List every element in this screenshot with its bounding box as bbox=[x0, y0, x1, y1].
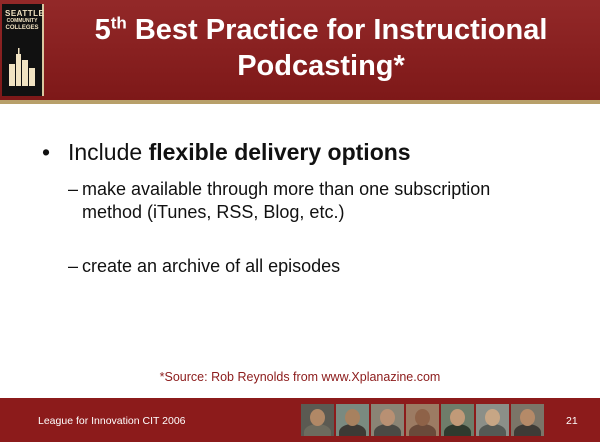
logo-line-seattle: SEATTLE bbox=[5, 9, 45, 18]
presenter-photo bbox=[371, 404, 404, 436]
college-logo: SEATTLE COMMUNITY COLLEGES bbox=[2, 4, 44, 96]
bullet-lead: Include bbox=[68, 139, 143, 165]
title-ordinal: 5 bbox=[94, 14, 111, 46]
skyline-icon bbox=[9, 48, 35, 86]
presenter-photo bbox=[476, 404, 509, 436]
logo-line-community: COMMUNITY bbox=[6, 18, 38, 24]
source-citation: *Source: Rob Reynolds from www.Xplanazin… bbox=[159, 370, 441, 384]
subbullet-text: create an archive of all episodes bbox=[82, 256, 341, 276]
subbullet-item: – create an archive of all episodes bbox=[68, 255, 508, 278]
slide-body: • Include flexible delivery options – ma… bbox=[0, 104, 600, 398]
subbullet-item: – make available through more than one s… bbox=[68, 178, 508, 247]
title-line2: Podcasting* bbox=[237, 50, 405, 82]
presenter-photo bbox=[441, 404, 474, 436]
subbullet-dash: – bbox=[68, 256, 79, 276]
title-ordinal-suffix: th bbox=[110, 13, 127, 33]
presenter-photo-strip bbox=[301, 404, 547, 436]
title-line1: Best Practice for Instructional bbox=[134, 14, 548, 46]
page-number: 21 bbox=[566, 415, 578, 427]
subbullet-dash: – bbox=[68, 179, 79, 199]
logo-line-colleges: COLLEGES bbox=[5, 25, 39, 31]
footer-conference-name: League for Innovation CIT 2006 bbox=[38, 415, 186, 427]
slide-header: SEATTLE COMMUNITY COLLEGES 5th Best Prac… bbox=[0, 0, 600, 100]
slide-title: 5th Best Practice for Instructional Podc… bbox=[48, 12, 594, 84]
slide: SEATTLE COMMUNITY COLLEGES 5th Best Prac… bbox=[0, 0, 600, 442]
presenter-photo bbox=[511, 404, 544, 436]
bullet-bold: flexible delivery options bbox=[148, 139, 411, 165]
presenter-photo bbox=[336, 404, 369, 436]
slide-footer: League for Innovation CIT 2006 21 bbox=[0, 398, 600, 442]
subbullet-text: make available through more than one sub… bbox=[82, 179, 491, 222]
presenter-photo bbox=[406, 404, 439, 436]
presenter-photo bbox=[301, 404, 334, 436]
bullet-symbol: • bbox=[42, 139, 51, 165]
